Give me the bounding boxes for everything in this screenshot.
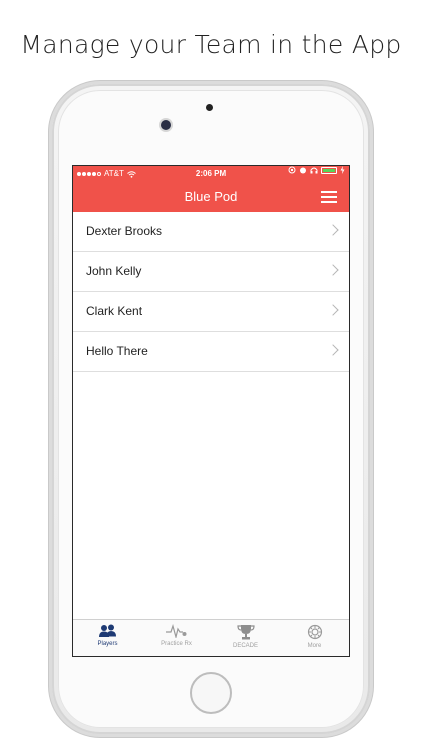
gear-icon bbox=[307, 624, 322, 640]
hamburger-menu-icon[interactable] bbox=[321, 191, 337, 203]
tab-label: Players bbox=[97, 641, 118, 647]
player-list: Dexter Brooks John Kelly Clark Kent Hell… bbox=[73, 212, 349, 372]
player-name: John Kelly bbox=[86, 264, 142, 278]
status-bar: AT&T 2:06 PM bbox=[73, 166, 349, 182]
tab-label: Practice Rx bbox=[161, 641, 192, 647]
charging-icon bbox=[340, 166, 345, 174]
tab-label: DECADE bbox=[232, 643, 258, 649]
list-item[interactable]: John Kelly bbox=[73, 252, 349, 292]
tab-players[interactable]: Players bbox=[73, 620, 142, 656]
proximity-sensor bbox=[206, 104, 213, 111]
home-button[interactable] bbox=[190, 672, 232, 714]
status-right bbox=[288, 166, 345, 174]
player-name: Dexter Brooks bbox=[86, 224, 163, 238]
rotation-lock-icon bbox=[288, 166, 296, 174]
front-camera bbox=[161, 120, 171, 130]
list-item[interactable]: Hello There bbox=[73, 332, 349, 372]
app-header: AT&T 2:06 PM Blue Pod bbox=[73, 166, 349, 212]
headphones-icon bbox=[310, 167, 318, 174]
chevron-right-icon bbox=[327, 264, 339, 276]
promo-headline: Manage your Team in the App bbox=[20, 30, 402, 59]
pulse-icon bbox=[165, 624, 186, 638]
chevron-right-icon bbox=[327, 344, 339, 356]
trophy-icon bbox=[236, 625, 255, 640]
list-item[interactable]: Clark Kent bbox=[73, 292, 349, 332]
chevron-right-icon bbox=[327, 224, 339, 236]
alarm-icon bbox=[300, 167, 306, 174]
nav-title: Blue Pod bbox=[184, 189, 238, 204]
chevron-right-icon bbox=[327, 304, 339, 316]
tab-practice-rx[interactable]: Practice Rx bbox=[142, 620, 211, 656]
tab-bar: Players Practice Rx DECADE More bbox=[73, 619, 349, 656]
player-name: Hello There bbox=[86, 344, 148, 358]
tab-label: More bbox=[307, 643, 322, 649]
list-item[interactable]: Dexter Brooks bbox=[73, 212, 349, 252]
players-icon bbox=[98, 624, 116, 637]
app-screen: AT&T 2:06 PM Blue Pod Dexter Brooks John… bbox=[72, 165, 350, 657]
tab-decade[interactable]: DECADE bbox=[211, 620, 280, 656]
player-name: Clark Kent bbox=[86, 304, 143, 318]
battery-icon bbox=[321, 166, 337, 174]
tab-more[interactable]: More bbox=[280, 620, 349, 656]
